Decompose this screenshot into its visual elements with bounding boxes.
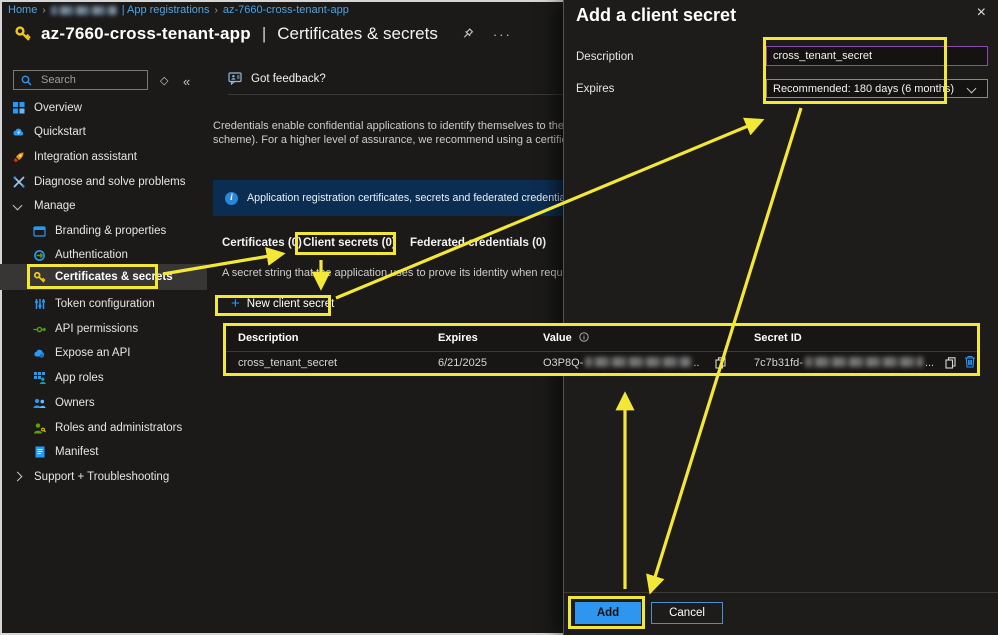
branding-icon	[33, 225, 46, 238]
secret-id-cell: 7c7b31fd-...	[754, 357, 935, 369]
col-expires[interactable]: Expires	[438, 332, 478, 344]
api-permissions-icon	[33, 323, 46, 336]
intro-text-line1: Credentials enable confidential applicat…	[213, 120, 565, 132]
divider	[228, 94, 563, 95]
azure-portal-window: Home › | App registrations › az-7660-cro…	[0, 0, 998, 635]
search-input[interactable]	[39, 73, 141, 87]
col-secret-id[interactable]: Secret ID	[754, 332, 802, 344]
page-title: az-7660-cross-tenant-app | Certificates …	[14, 24, 512, 44]
search-icon	[20, 74, 33, 87]
sidebar-item-expose-api[interactable]: Expose an API	[0, 341, 207, 365]
certificates-secrets-icon	[33, 271, 46, 284]
sidebar-item-manifest[interactable]: Manifest	[0, 440, 207, 464]
divider	[564, 592, 998, 593]
chevron-down-icon	[12, 200, 25, 213]
feedback-icon	[228, 71, 243, 86]
keyboard-shortcut-icon[interactable]: ◇	[160, 74, 168, 87]
manifest-icon	[33, 446, 46, 459]
section-description: A secret string that the application use…	[222, 267, 566, 279]
sidebar-item-token-configuration[interactable]: Token configuration	[0, 292, 207, 316]
got-feedback-link[interactable]: Got feedback?	[228, 71, 326, 86]
app-name: az-7660-cross-tenant-app	[41, 24, 251, 43]
sidebar-item-integration-assistant[interactable]: Integration assistant	[0, 145, 207, 169]
chevron-down-icon	[966, 83, 977, 94]
tab-federated-credentials[interactable]: Federated credentials (0)	[410, 237, 546, 249]
more-options-icon[interactable]: ···	[493, 27, 512, 42]
sidebar-item-roles-administrators[interactable]: Roles and administrators	[0, 416, 207, 440]
expires-label: Expires	[576, 83, 615, 95]
col-value[interactable]: Value	[543, 332, 589, 344]
expose-api-icon	[33, 347, 46, 360]
breadcrumb-app-registrations[interactable]: | App registrations	[122, 4, 210, 16]
chevron-right-icon	[12, 471, 25, 484]
delete-icon[interactable]	[964, 355, 976, 373]
sidebar-item-api-permissions[interactable]: API permissions	[0, 317, 207, 341]
breadcrumb-home[interactable]: Home	[8, 4, 37, 16]
collapse-sidebar-icon[interactable]: «	[183, 74, 190, 89]
description-field[interactable]	[766, 46, 988, 66]
copy-icon[interactable]	[715, 356, 726, 374]
copy-icon[interactable]	[945, 356, 956, 374]
sidebar-item-quickstart[interactable]: Quickstart	[0, 120, 207, 144]
info-icon: i	[225, 191, 238, 205]
sidebar-item-owners[interactable]: Owners	[0, 391, 207, 415]
redacted-value	[585, 357, 692, 367]
col-description[interactable]: Description	[238, 332, 299, 344]
sidebar-item-diagnose[interactable]: Diagnose and solve problems	[0, 170, 207, 194]
app-roles-icon	[33, 372, 46, 385]
plus-icon: +	[231, 295, 240, 312]
tab-client-secrets[interactable]: Client secrets (0)	[303, 237, 396, 249]
secret-value-cell: O3P8Q-..	[543, 357, 700, 369]
owners-icon	[33, 397, 46, 410]
breadcrumb-current-app[interactable]: az-7660-cross-tenant-app	[223, 4, 349, 16]
info-banner: i Application registration certificates,…	[213, 180, 563, 216]
tab-certificates[interactable]: Certificates (0)	[222, 237, 302, 249]
redacted-secret-id	[804, 357, 923, 367]
secret-expires-cell: 6/21/2025	[438, 357, 487, 369]
sidebar-item-branding[interactable]: Branding & properties	[0, 219, 207, 243]
sidebar-item-overview[interactable]: Overview	[0, 96, 207, 120]
overview-icon	[12, 102, 25, 115]
add-button[interactable]: Add	[575, 602, 641, 624]
token-configuration-icon	[33, 298, 46, 311]
add-client-secret-panel: Add a client secret × Description Expire…	[563, 0, 998, 635]
new-client-secret-button[interactable]: + New client secret	[231, 295, 334, 312]
description-label: Description	[576, 51, 634, 63]
info-icon	[579, 332, 589, 342]
close-icon[interactable]: ×	[977, 4, 986, 22]
key-icon	[14, 25, 32, 43]
pin-icon[interactable]	[461, 28, 474, 41]
sidebar-search[interactable]	[13, 70, 148, 90]
integration-assistant-icon	[12, 151, 25, 164]
secret-description-cell: cross_tenant_secret	[238, 357, 338, 369]
divider	[226, 351, 977, 352]
quickstart-icon	[12, 126, 25, 139]
sidebar-group-support[interactable]: Support + Troubleshooting	[0, 465, 207, 489]
breadcrumb: Home › | App registrations › az-7660-cro…	[8, 4, 349, 16]
page-name: Certificates & secrets	[277, 24, 438, 43]
cancel-button[interactable]: Cancel	[651, 602, 723, 624]
authentication-icon	[33, 249, 46, 262]
redacted-directory-name	[50, 5, 117, 15]
client-secrets-table: Description Expires Value Secret ID cros…	[223, 323, 980, 376]
intro-text-line2: scheme). For a higher level of assurance…	[213, 134, 565, 146]
panel-title: Add a client secret	[576, 5, 737, 25]
sidebar-item-app-roles[interactable]: App roles	[0, 366, 207, 390]
roles-administrators-icon	[33, 422, 46, 435]
sidebar-item-certificates-secrets[interactable]: Certificates & secrets	[0, 264, 207, 290]
sidebar-group-manage[interactable]: Manage	[0, 194, 207, 218]
expires-dropdown[interactable]: Recommended: 180 days (6 months)	[766, 79, 988, 98]
diagnose-icon	[12, 176, 25, 189]
